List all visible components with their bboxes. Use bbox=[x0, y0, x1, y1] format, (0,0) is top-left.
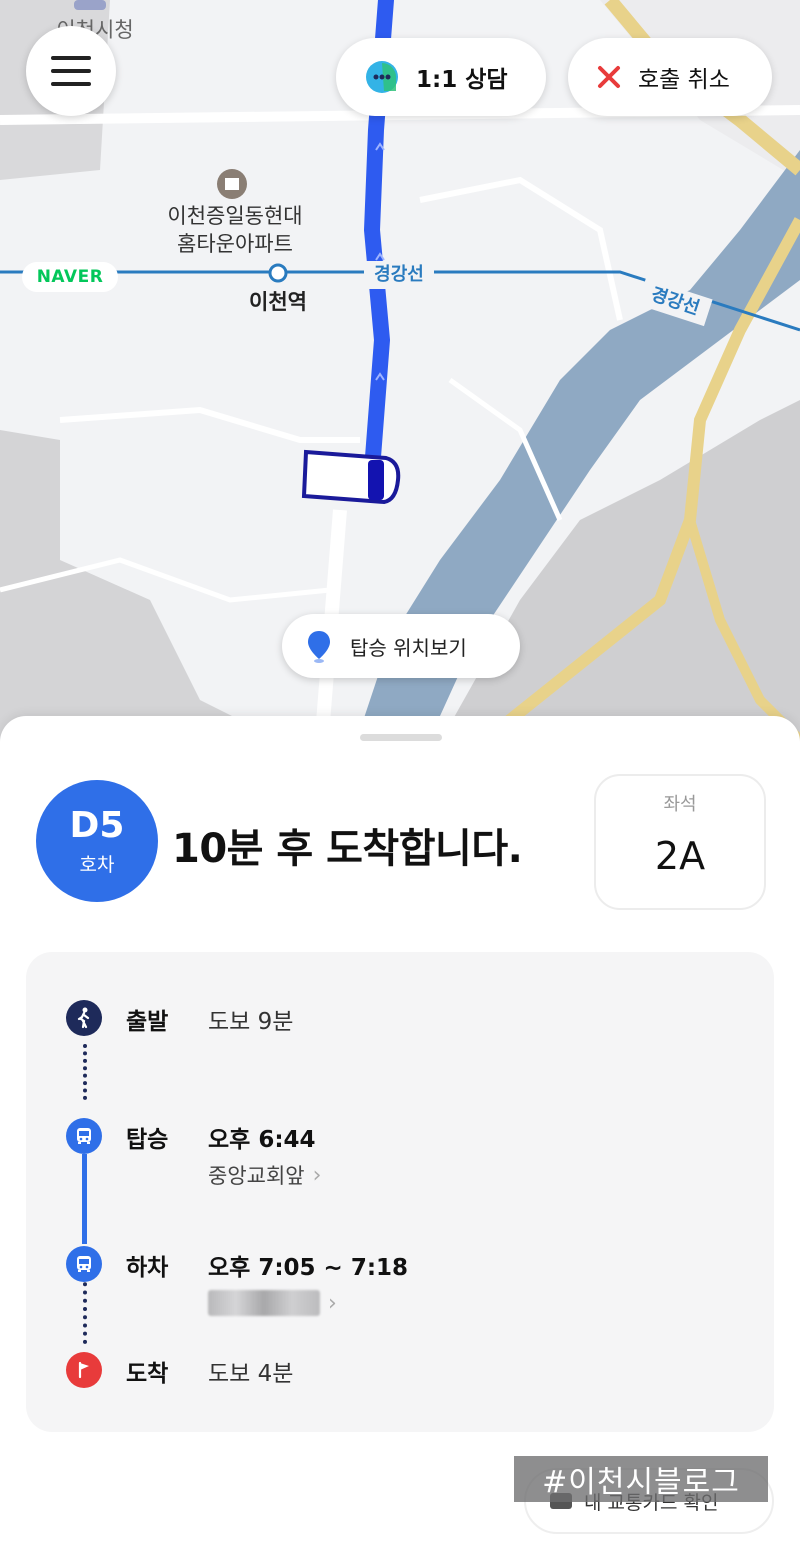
route-step-main: 도보 4분 bbox=[208, 1361, 294, 1387]
chevron-right-icon: › bbox=[328, 1290, 337, 1316]
vehicle-unit: 호차 bbox=[79, 853, 115, 876]
watermark: #이천시블로그 bbox=[514, 1456, 768, 1502]
view-boarding-location-label: 탑승 위치보기 bbox=[350, 635, 467, 660]
route-step-label: 출발 bbox=[126, 1009, 169, 1035]
trip-bottom-sheet: D5 호차 10분 후 도착합니다. 좌석 2A 출발 도보 9분 탑승 오후 … bbox=[0, 716, 800, 1560]
map-label-rail-1: 경강선 bbox=[364, 261, 434, 289]
naver-logo: NAVER bbox=[22, 262, 118, 292]
route-step-label: 도착 bbox=[126, 1361, 169, 1387]
map-label-poi-line1: 이천증일동현대 bbox=[167, 204, 303, 228]
x-icon bbox=[596, 64, 622, 90]
route-step-main: 도보 9분 bbox=[208, 1009, 294, 1035]
map-label-poi-line2: 홈타운아파트 bbox=[177, 232, 293, 256]
cancel-call-label: 호출 취소 bbox=[638, 67, 730, 93]
bus-icon bbox=[66, 1118, 102, 1154]
flag-icon bbox=[66, 1352, 102, 1388]
boarding-stop-link[interactable]: 중앙교회앞 › bbox=[208, 1160, 321, 1190]
route-step-label: 탑승 bbox=[126, 1127, 169, 1153]
alight-stop-name-redacted bbox=[208, 1290, 320, 1316]
vehicle-badge: D5 호차 bbox=[36, 780, 158, 902]
walk-icon bbox=[66, 1000, 102, 1036]
map-view[interactable]: 이천시청 이천증일동현대 홈타운아파트 이천역 경강선 경강선 NAVER 1:… bbox=[0, 0, 800, 760]
location-pin-icon bbox=[306, 629, 332, 663]
vehicle-code: D5 bbox=[69, 804, 125, 846]
chat-consult-button[interactable]: 1:1 상담 bbox=[336, 38, 546, 116]
route-step-main: 오후 6:44 bbox=[208, 1127, 316, 1153]
route-step-label: 하차 bbox=[126, 1255, 169, 1281]
seat-info: 좌석 2A bbox=[594, 774, 766, 910]
seat-label: 좌석 bbox=[663, 794, 697, 815]
chat-consult-label: 1:1 상담 bbox=[416, 67, 508, 93]
ride-connector bbox=[82, 1154, 87, 1244]
arrival-message: 10분 후 도착합니다. bbox=[172, 826, 523, 872]
menu-button[interactable] bbox=[26, 26, 116, 116]
boarding-stop-name: 중앙교회앞 bbox=[208, 1164, 305, 1188]
chevron-right-icon: › bbox=[312, 1162, 322, 1188]
alight-stop-link[interactable]: › bbox=[208, 1290, 337, 1316]
walk-connector bbox=[83, 1044, 87, 1100]
map-label-station: 이천역 bbox=[249, 290, 307, 314]
walk-connector bbox=[83, 1274, 87, 1344]
view-boarding-location-button[interactable]: 탑승 위치보기 bbox=[282, 614, 520, 678]
van-icon bbox=[301, 449, 401, 505]
route-timeline-card: 출발 도보 9분 탑승 오후 6:44 중앙교회앞 › 하차 오후 7:05 ~… bbox=[26, 952, 774, 1432]
seat-value: 2A bbox=[654, 834, 706, 878]
chat-bubble-icon bbox=[364, 59, 400, 95]
sheet-drag-handle[interactable] bbox=[360, 734, 442, 741]
route-step-main: 오후 7:05 ~ 7:18 bbox=[208, 1255, 409, 1281]
bus-icon bbox=[66, 1246, 102, 1282]
hamburger-icon bbox=[51, 56, 91, 86]
cancel-call-button[interactable]: 호출 취소 bbox=[568, 38, 772, 116]
